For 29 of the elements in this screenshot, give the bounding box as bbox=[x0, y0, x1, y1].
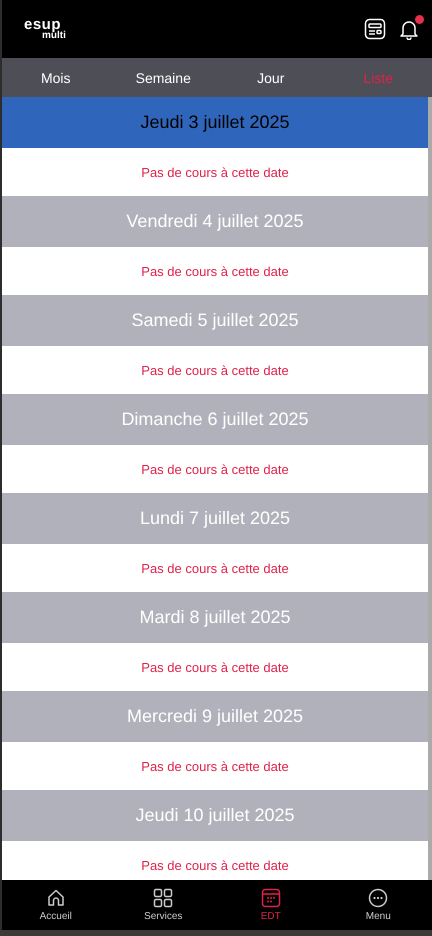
nav-item[interactable]: Menu bbox=[324, 880, 432, 930]
day-header: Mardi 8 juillet 2025 bbox=[2, 592, 428, 643]
nav-item[interactable]: Services bbox=[110, 880, 217, 930]
nav-item[interactable]: EDT bbox=[217, 880, 324, 930]
view-tab[interactable]: Mois bbox=[2, 58, 110, 97]
day-header: Lundi 7 juillet 2025 bbox=[2, 493, 428, 544]
nav-item[interactable]: Accueil bbox=[2, 880, 110, 930]
day-header: Samedi 5 juillet 2025 bbox=[2, 295, 428, 346]
day-header: Dimanche 6 juillet 2025 bbox=[2, 394, 428, 445]
view-tab[interactable]: Jour bbox=[217, 58, 324, 97]
day-header: Mercredi 9 juillet 2025 bbox=[2, 691, 428, 742]
card-icon[interactable] bbox=[364, 18, 386, 40]
day-header: Vendredi 4 juillet 2025 bbox=[2, 196, 428, 247]
empty-message: Pas de cours à cette date bbox=[141, 560, 289, 576]
empty-message: Pas de cours à cette date bbox=[141, 462, 289, 476]
empty-message: Pas de cours à cette date bbox=[141, 362, 289, 378]
view-tab[interactable]: Semaine bbox=[110, 58, 217, 97]
day-header: Jeudi 10 juillet 2025 bbox=[2, 790, 428, 841]
day-header: Jeudi 3 juillet 2025 bbox=[2, 97, 428, 148]
empty-message: Pas de cours à cette date bbox=[141, 164, 289, 180]
empty-message: Pas de cours à cette date bbox=[141, 758, 289, 774]
app-logo: esup multi bbox=[24, 17, 66, 41]
empty-message: Pas de cours à cette date bbox=[141, 660, 289, 674]
empty-message: Pas de cours à cette date bbox=[141, 858, 289, 872]
home-icon bbox=[46, 888, 66, 908]
empty-message: Pas de cours à cette date bbox=[141, 264, 289, 278]
calendar-icon bbox=[260, 888, 281, 908]
more-icon bbox=[368, 888, 388, 908]
grid-icon bbox=[153, 888, 174, 908]
